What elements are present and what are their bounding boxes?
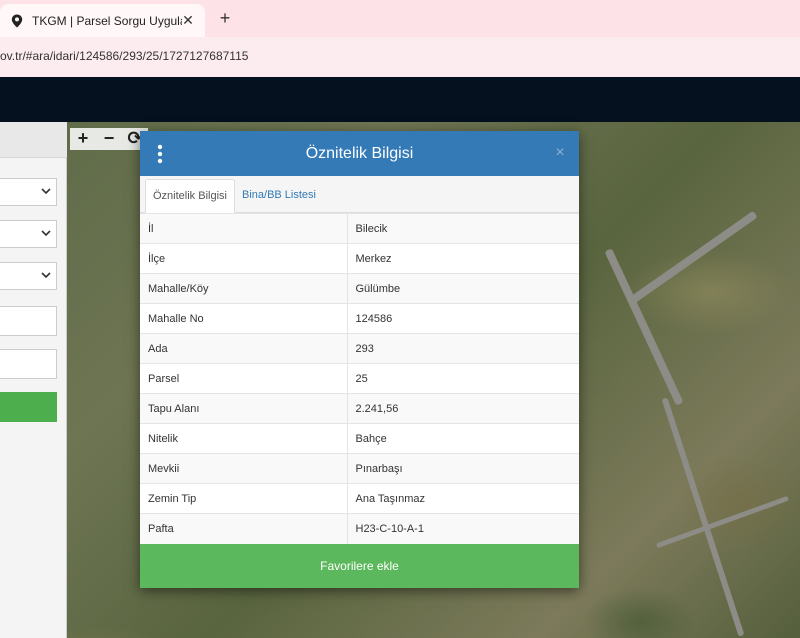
attribute-value: Ana Taşınmaz xyxy=(347,483,579,514)
location-pin-icon xyxy=(11,14,23,27)
table-row: İlçe Merkez xyxy=(140,243,579,274)
add-to-favorites-button[interactable]: Favorilere ekle xyxy=(140,544,579,588)
modal-header: Öznitelik Bilgisi × xyxy=(140,131,579,176)
chevron-down-icon xyxy=(41,188,51,195)
zoom-out-button[interactable]: − xyxy=(96,128,122,150)
search-sidebar xyxy=(0,122,67,638)
browser-tab-strip: TKGM | Parsel Sorgu Uygulamas ✕ + xyxy=(0,0,800,37)
attribute-value: Gülümbe xyxy=(347,273,579,304)
attribute-value: 293 xyxy=(347,333,579,364)
table-row: Tapu Alanı 2.241,56 xyxy=(140,393,579,424)
browser-tab-title: TKGM | Parsel Sorgu Uygulamas xyxy=(32,13,182,28)
neighborhood-select[interactable] xyxy=(0,262,57,290)
district-select[interactable] xyxy=(0,220,57,248)
search-button[interactable] xyxy=(0,392,57,422)
attribute-key: Ada xyxy=(140,333,348,364)
vertical-dots-icon[interactable] xyxy=(155,144,165,164)
map-road xyxy=(655,495,790,549)
url-text[interactable]: ov.tr/#ara/idari/124586/293/25/172712768… xyxy=(0,49,248,63)
attribute-key: Mevkii xyxy=(140,453,348,484)
attribute-key: Mahalle/Köy xyxy=(140,273,348,304)
attribute-key: Nitelik xyxy=(140,423,348,454)
sidebar-header xyxy=(0,122,67,158)
chevron-down-icon xyxy=(41,230,51,237)
table-row: Mevkii Pınarbaşı xyxy=(140,453,579,484)
table-row: Zemin Tip Ana Taşınmaz xyxy=(140,483,579,514)
attribute-info-modal: Öznitelik Bilgisi × Öznitelik Bilgisi Bi… xyxy=(140,131,579,588)
attribute-key: Parsel xyxy=(140,363,348,394)
attribute-key: Tapu Alanı xyxy=(140,393,348,424)
app-header xyxy=(0,77,800,122)
attribute-key: Pafta xyxy=(140,513,348,544)
table-row: Nitelik Bahçe xyxy=(140,423,579,454)
attribute-table: İl Bilecik İlçe Merkez Mahalle/Köy Gülümbe … xyxy=(140,213,579,544)
table-row: Mahalle/Köy Gülümbe xyxy=(140,273,579,304)
browser-tab[interactable]: TKGM | Parsel Sorgu Uygulamas ✕ xyxy=(0,4,205,37)
province-select[interactable] xyxy=(0,178,57,206)
attribute-value: Pınarbaşı xyxy=(347,453,579,484)
zoom-in-button[interactable]: + xyxy=(70,128,96,150)
table-row: Ada 293 xyxy=(140,333,579,364)
table-row: Pafta H23-C-10-A-1 xyxy=(140,513,579,544)
attribute-key: Mahalle No xyxy=(140,303,348,334)
new-tab-button[interactable]: + xyxy=(214,8,236,30)
table-row: Parsel 25 xyxy=(140,363,579,394)
tab-attribute-info[interactable]: Öznitelik Bilgisi xyxy=(145,179,235,213)
attribute-value: Bilecik xyxy=(347,213,579,244)
map-road xyxy=(630,210,758,304)
address-bar[interactable]: ov.tr/#ara/idari/124586/293/25/172712768… xyxy=(0,37,800,77)
modal-title: Öznitelik Bilgisi xyxy=(305,145,414,162)
attribute-key: İl xyxy=(140,213,348,244)
table-row: Mahalle No 124586 xyxy=(140,303,579,334)
modal-tabs: Öznitelik Bilgisi Bina/BB Listesi xyxy=(140,176,579,213)
attribute-key: İlçe xyxy=(140,243,348,274)
table-row: İl Bilecik xyxy=(140,213,579,244)
attribute-value: 2.241,56 xyxy=(347,393,579,424)
attribute-value: 124586 xyxy=(347,303,579,334)
map-controls: + − ⟳ xyxy=(70,128,148,150)
attribute-value: H23-C-10-A-1 xyxy=(347,513,579,544)
parcel-input[interactable] xyxy=(0,349,57,379)
chevron-down-icon xyxy=(41,272,51,279)
block-input[interactable] xyxy=(0,306,57,336)
attribute-key: Zemin Tip xyxy=(140,483,348,514)
attribute-value: 25 xyxy=(347,363,579,394)
close-icon[interactable]: × xyxy=(551,143,569,163)
tab-building-list[interactable]: Bina/BB Listesi xyxy=(235,179,323,213)
tab-close-button[interactable]: ✕ xyxy=(179,11,197,29)
attribute-value: Bahçe xyxy=(347,423,579,454)
attribute-value: Merkez xyxy=(347,243,579,274)
